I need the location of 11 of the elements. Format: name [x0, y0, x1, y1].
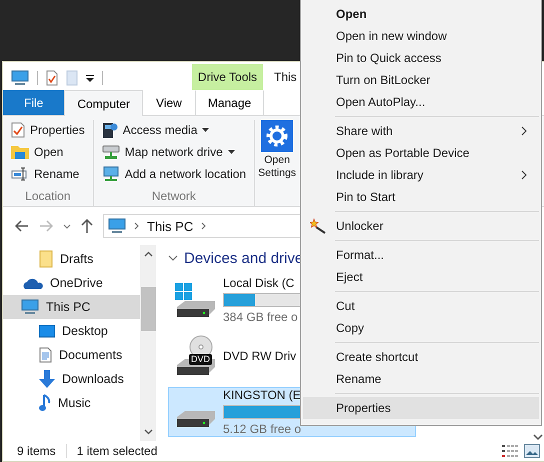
free-space-text: 5.12 GB free o	[223, 422, 302, 436]
drive-name: KINGSTON (E	[223, 388, 301, 402]
contextual-tab-header: Drive Tools	[192, 64, 263, 90]
drive-name: DVD RW Driv	[223, 349, 296, 363]
item-count: 9 items	[17, 444, 56, 458]
window-title: This	[274, 70, 297, 84]
group-label: Location	[24, 189, 72, 205]
drive-name: Local Disk (C	[223, 276, 294, 290]
selection-count: 1 item selected	[76, 444, 158, 458]
group-label: Network	[150, 189, 197, 205]
free-space-text: 384 GB free o	[223, 310, 298, 324]
